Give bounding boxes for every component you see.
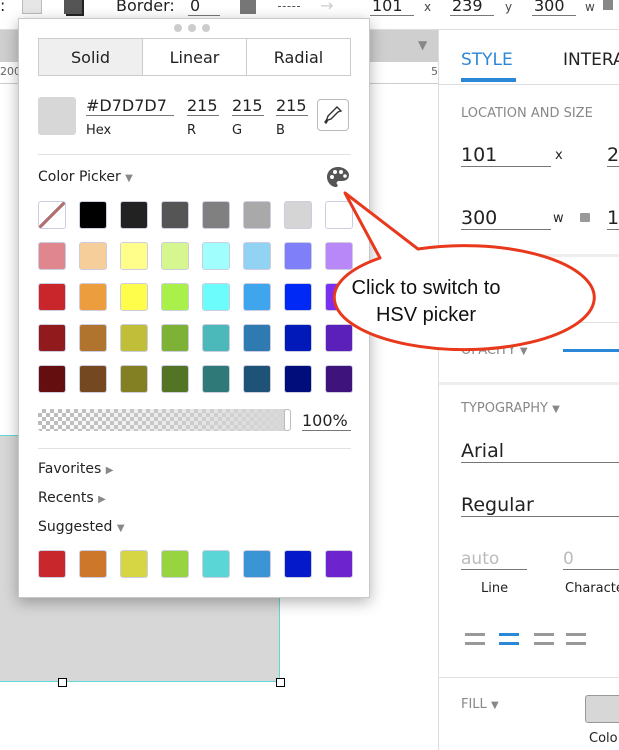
callout-text: HSV picker: [376, 304, 476, 326]
callout-text: Click to switch to: [352, 277, 501, 299]
callout-bubble: [332, 191, 596, 352]
callout: Click to switch to HSV picker: [332, 191, 596, 352]
